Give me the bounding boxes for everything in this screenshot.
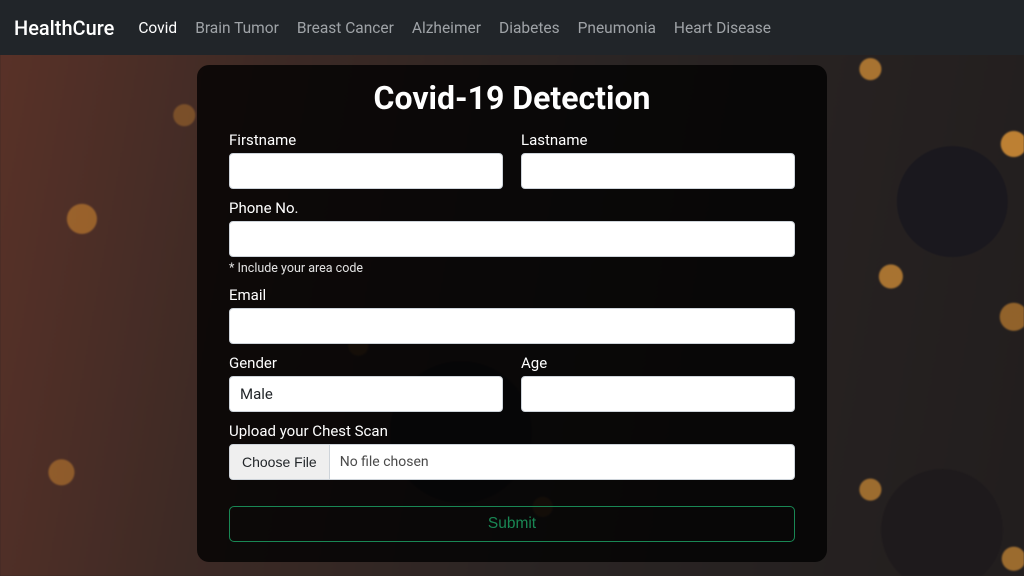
nav-item-brain-tumor[interactable]: Brain Tumor <box>195 19 279 37</box>
phone-input[interactable] <box>229 221 795 257</box>
firstname-label: Firstname <box>229 131 503 149</box>
email-input[interactable] <box>229 308 795 344</box>
file-status-text: No file chosen <box>330 454 429 470</box>
nav-item-breast-cancer[interactable]: Breast Cancer <box>297 19 394 37</box>
firstname-input[interactable] <box>229 153 503 189</box>
email-label: Email <box>229 286 795 304</box>
file-input-wrap[interactable]: Choose File No file chosen <box>229 444 795 480</box>
lastname-input[interactable] <box>521 153 795 189</box>
submit-button[interactable]: Submit <box>229 506 795 542</box>
phone-label: Phone No. <box>229 199 795 217</box>
age-label: Age <box>521 354 795 372</box>
gender-value: Male <box>240 385 273 403</box>
phone-hint: * Include your area code <box>229 261 795 276</box>
nav-item-alzheimer[interactable]: Alzheimer <box>412 19 481 37</box>
gender-select[interactable]: Male <box>229 376 503 412</box>
nav-item-diabetes[interactable]: Diabetes <box>499 19 560 37</box>
nav-item-covid[interactable]: Covid <box>138 19 177 37</box>
detection-form-card: Covid-19 Detection Firstname Lastname Ph… <box>197 65 827 562</box>
page-title: Covid-19 Detection <box>229 79 795 117</box>
gender-label: Gender <box>229 354 503 372</box>
top-navbar: HealthCure Covid Brain Tumor Breast Canc… <box>0 0 1024 55</box>
nav-item-heart-disease[interactable]: Heart Disease <box>674 19 771 37</box>
upload-label: Upload your Chest Scan <box>229 422 795 440</box>
choose-file-button[interactable]: Choose File <box>230 445 330 479</box>
age-input[interactable] <box>521 376 795 412</box>
brand-logo[interactable]: HealthCure <box>14 16 114 40</box>
lastname-label: Lastname <box>521 131 795 149</box>
nav-item-pneumonia[interactable]: Pneumonia <box>578 19 656 37</box>
